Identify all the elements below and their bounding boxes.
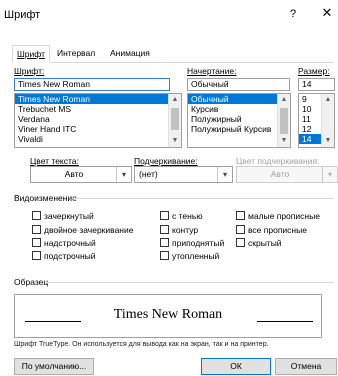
scroll-up-icon[interactable]: ▲ (169, 95, 181, 105)
size-listbox[interactable]: 9 10 11 12 14 ▲ ▼ (298, 93, 335, 148)
all-caps-label: все прописные (248, 225, 307, 235)
help-button[interactable]: ? (290, 8, 296, 20)
small-caps-checkbox[interactable] (236, 211, 245, 220)
style-list-item[interactable]: Обычный (188, 94, 290, 104)
subscript-checkbox[interactable] (32, 251, 41, 260)
style-list-item[interactable]: Полужирный Курсив (188, 124, 290, 134)
scroll-down-icon[interactable]: ▼ (169, 136, 181, 146)
window-title: Шрифт (4, 9, 41, 21)
font-list-item[interactable]: Vivaldi (15, 134, 181, 144)
size-label: Размер: (298, 66, 330, 76)
double-strikethrough-label: двойное зачеркивание (44, 225, 134, 235)
color-label: Цвет текста: (30, 156, 79, 166)
font-label: Шрифт: (14, 66, 45, 76)
font-list-item[interactable]: Trebuchet MS (15, 104, 181, 114)
emboss-checkbox[interactable] (160, 238, 169, 247)
chevron-down-icon: ▾ (322, 167, 337, 182)
engrave-label: утопленный (172, 251, 220, 261)
style-scrollbar[interactable]: ▲ ▼ (277, 94, 290, 147)
font-listbox[interactable]: Times New Roman Trebuchet MS Verdana Vin… (14, 93, 182, 148)
size-input[interactable]: 14 (298, 78, 335, 91)
underline-label: Подчеркивание: (134, 156, 198, 166)
preview-box: Times New Roman (14, 294, 322, 338)
superscript-label: надстрочный (44, 238, 96, 248)
hidden-label: скрытый (248, 238, 282, 248)
preview-heading: Образец (14, 277, 49, 287)
close-button[interactable]: ✕ (319, 5, 335, 21)
underline-color-combo: Авто ▾ (236, 166, 338, 183)
chevron-down-icon[interactable]: ▾ (116, 167, 131, 182)
hidden-checkbox[interactable] (236, 238, 245, 247)
outline-label: контур (172, 225, 199, 235)
tab-spacing[interactable]: Интервал (53, 45, 99, 62)
scroll-down-icon[interactable]: ▼ (278, 136, 290, 146)
shadow-checkbox[interactable] (160, 211, 169, 220)
superscript-checkbox[interactable] (32, 238, 41, 247)
strikethrough-checkbox[interactable] (32, 211, 41, 220)
cancel-button[interactable]: Отмена (275, 358, 337, 375)
chevron-down-icon[interactable]: ▾ (217, 167, 232, 182)
size-list-item[interactable]: 14 (299, 134, 322, 144)
underline-combo[interactable]: (нет) ▾ (134, 166, 233, 183)
tab-strip-divider (12, 62, 334, 63)
preview-baseline-right (257, 321, 313, 322)
subscript-label: подстрочный (44, 251, 96, 261)
scroll-down-icon[interactable]: ▼ (322, 136, 334, 146)
color-combo[interactable]: Авто ▾ (30, 166, 132, 183)
shadow-label: с тенью (172, 211, 203, 221)
close-icon: ✕ (321, 5, 333, 20)
effects-divider (72, 198, 334, 199)
effects-heading: Видоизменение (14, 193, 77, 203)
scroll-up-icon[interactable]: ▲ (278, 95, 290, 105)
underline-value: (нет) (139, 169, 158, 179)
preview-divider (46, 282, 334, 283)
style-list-item[interactable]: Полужирный (188, 114, 290, 124)
font-list-item[interactable]: Verdana (15, 114, 181, 124)
size-scrollbar[interactable]: ▲ ▼ (321, 94, 334, 147)
underline-color-label: Цвет подчеркивания: (236, 156, 320, 166)
font-list-item[interactable]: Times New Roman (15, 94, 181, 104)
style-label: Начертание: (187, 66, 237, 76)
small-caps-label: малые прописные (248, 211, 320, 221)
font-scrollbar[interactable]: ▲ ▼ (168, 94, 181, 147)
ok-button[interactable]: ОК (201, 358, 271, 375)
font-list-item[interactable]: Viner Hand ITC (15, 124, 181, 134)
emboss-label: приподнятый (172, 238, 225, 248)
tab-font[interactable]: Шрифт (12, 45, 50, 63)
strikethrough-label: зачеркнутый (44, 211, 94, 221)
truetype-note: Шрифт TrueType. Он используется для выво… (14, 341, 269, 348)
scroll-thumb[interactable] (280, 108, 288, 134)
scroll-thumb[interactable] (171, 108, 179, 130)
font-input[interactable]: Times New Roman (14, 78, 170, 91)
style-listbox[interactable]: Обычный Курсив Полужирный Полужирный Кур… (187, 93, 291, 148)
engrave-checkbox[interactable] (160, 251, 169, 260)
style-list-item[interactable]: Курсив (188, 104, 290, 114)
tab-font-label: Шрифт (17, 49, 45, 59)
underline-color-value: Авто (270, 169, 290, 179)
scroll-up-icon[interactable]: ▲ (322, 95, 334, 105)
set-default-button[interactable]: По умолчанию... (14, 358, 94, 375)
tab-animation[interactable]: Анимация (106, 45, 154, 62)
style-input[interactable]: Обычный (187, 78, 290, 91)
all-caps-checkbox[interactable] (236, 225, 245, 234)
color-value: Авто (64, 169, 84, 179)
outline-checkbox[interactable] (160, 225, 169, 234)
double-strikethrough-checkbox[interactable] (32, 225, 41, 234)
